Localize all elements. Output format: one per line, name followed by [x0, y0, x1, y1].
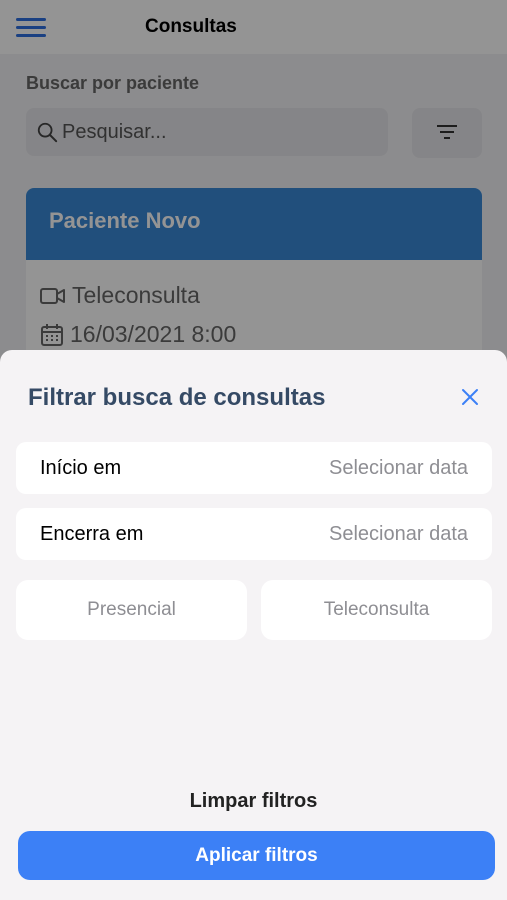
start-date-label: Início em — [40, 457, 122, 479]
filter-bottom-sheet: Filtrar busca de consultas Início em Sel… — [0, 350, 507, 900]
start-date-field[interactable]: Início em Selecionar data — [16, 442, 492, 494]
presencial-toggle[interactable]: Presencial — [16, 580, 247, 640]
start-date-value: Selecionar data — [329, 457, 468, 479]
clear-filters-button[interactable]: Limpar filtros — [0, 790, 507, 813]
end-date-value: Selecionar data — [329, 523, 468, 545]
end-date-label: Encerra em — [40, 523, 144, 545]
end-date-field[interactable]: Encerra em Selecionar data — [16, 508, 492, 560]
teleconsulta-toggle[interactable]: Teleconsulta — [261, 580, 492, 640]
close-icon[interactable] — [459, 386, 481, 408]
apply-filters-button[interactable]: Aplicar filtros — [18, 831, 495, 880]
sheet-title: Filtrar busca de consultas — [28, 384, 326, 411]
